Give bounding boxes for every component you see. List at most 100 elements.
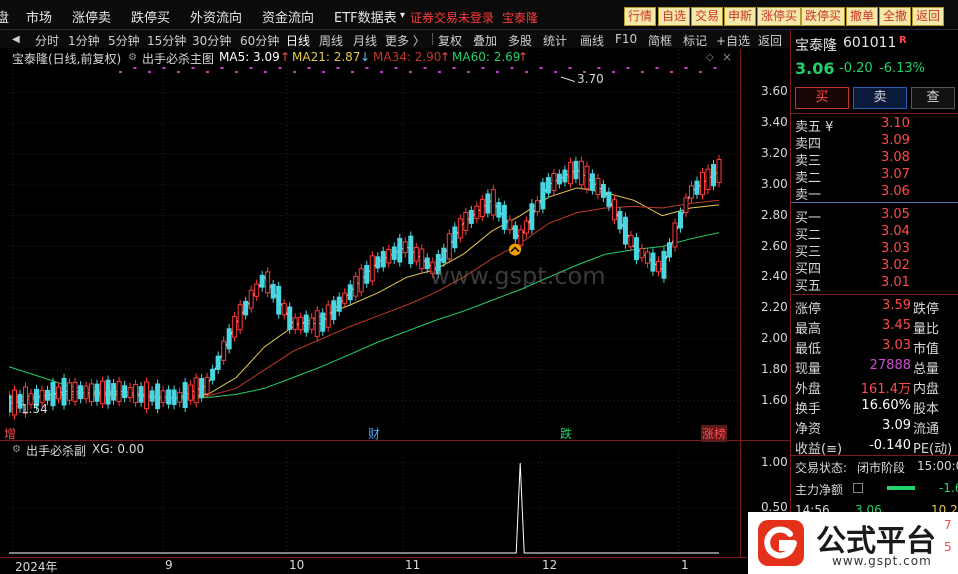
- tool-fuquan[interactable]: 复权: [438, 32, 462, 49]
- signal-dot: [148, 71, 151, 73]
- signal-dot: [612, 71, 615, 73]
- bid-row[interactable]: 买五 3.01: [795, 275, 958, 295]
- btn-trade[interactable]: 交易: [691, 7, 724, 26]
- stat-row: 外盘 161.4万 内盘: [795, 378, 958, 398]
- ask-row[interactable]: 卖一 3.06: [795, 184, 958, 204]
- btn-quote[interactable]: 行情: [624, 7, 657, 26]
- menu-item-foreign-flow[interactable]: 外资流向: [190, 7, 242, 26]
- tool-simple-frame[interactable]: 简框: [648, 32, 672, 49]
- signal-dot: [307, 67, 311, 69]
- signal-dot: [162, 67, 166, 69]
- sell-button[interactable]: 卖: [853, 87, 907, 109]
- candle-down: [441, 247, 447, 263]
- signal-dot: [278, 67, 282, 69]
- y-tick-label: 2.00: [761, 330, 788, 345]
- trade-status-time: 15:00:0: [917, 459, 958, 473]
- chart-divider[interactable]: [0, 440, 790, 441]
- logo-side-fragment-2: 5: [944, 540, 952, 554]
- stat-label: 净资: [795, 422, 822, 437]
- period-tab-1min[interactable]: 1分钟: [68, 32, 100, 49]
- x-axis-label: 11: [405, 558, 421, 572]
- buy-button[interactable]: 买: [795, 87, 849, 109]
- event-marker-zeng[interactable]: 增: [4, 425, 16, 442]
- tool-multi-stock[interactable]: 多股: [508, 32, 532, 49]
- btn-limit-up-buy[interactable]: 涨停买: [757, 7, 802, 26]
- candle-down: [347, 284, 353, 301]
- candle-down: [397, 237, 403, 263]
- signal-dot: [481, 67, 485, 69]
- period-tab-5min[interactable]: 5分钟: [108, 32, 140, 49]
- candle-down: [408, 235, 414, 265]
- btn-cancel-order[interactable]: 撤单: [846, 7, 879, 26]
- y-tick-label: 1.60: [761, 392, 788, 407]
- signal-dot: [699, 71, 702, 73]
- menu-item-dieting[interactable]: 跌停买: [131, 7, 170, 26]
- candle-up: [358, 268, 364, 293]
- login-alert[interactable]: 证券交易未登录: [410, 9, 494, 26]
- candle-up: [683, 197, 689, 213]
- candle-up: [39, 389, 45, 404]
- list-icon[interactable]: [853, 483, 863, 493]
- period-tab-15min[interactable]: 15分钟: [147, 32, 186, 49]
- stat-value: 161.4万: [860, 382, 911, 397]
- trade-status-label: 交易状态:: [795, 461, 848, 475]
- candle-up: [457, 218, 463, 239]
- period-tab-60min[interactable]: 60分钟: [240, 32, 279, 49]
- period-tab-more[interactable]: 更多 〉: [385, 32, 425, 49]
- period-tab-weekly[interactable]: 周线: [319, 32, 343, 49]
- signal-dot: [394, 67, 398, 69]
- candle-down: [364, 264, 370, 284]
- menu-item-capital-flow[interactable]: 资金流向: [262, 7, 314, 26]
- tool-draw-line[interactable]: 画线: [580, 32, 604, 49]
- candlestick-chart[interactable]: 3.70 1.54: [9, 49, 739, 424]
- stat-label: 最高: [795, 322, 822, 337]
- tool-add-watch[interactable]: +自选: [716, 32, 750, 49]
- tool-stats[interactable]: 统计: [543, 32, 567, 49]
- signal-dot: [423, 67, 427, 69]
- tool-overlay[interactable]: 叠加: [473, 32, 497, 49]
- period-tab-30min[interactable]: 30分钟: [192, 32, 231, 49]
- x-axis-label: 9: [165, 558, 173, 572]
- menu-item-zhangting[interactable]: 涨停卖: [72, 7, 111, 26]
- stat-label: 现量: [795, 362, 822, 377]
- candle-up: [402, 241, 408, 254]
- event-marker-cai[interactable]: 财: [368, 425, 380, 442]
- btn-limit-down-buy[interactable]: 跌停买: [801, 7, 846, 26]
- y-tick-label: 2.60: [761, 238, 788, 253]
- tool-f10[interactable]: F10: [615, 32, 637, 46]
- stock-name: 宝泰隆: [795, 38, 837, 54]
- dropdown-arrow-icon[interactable]: ▾: [400, 10, 405, 21]
- btn-cancel-all[interactable]: 全撤: [879, 7, 912, 26]
- period-tab-daily[interactable]: 日线: [286, 32, 310, 49]
- event-marker-die[interactable]: 跌: [560, 425, 572, 442]
- y-tick-label: 3.20: [761, 146, 788, 161]
- event-marker-zhangbang[interactable]: 涨榜: [701, 425, 728, 442]
- period-tab-monthly[interactable]: 月线: [353, 32, 377, 49]
- btn-shensi[interactable]: 申斯: [724, 7, 757, 26]
- back-arrow-icon[interactable]: ◀: [12, 34, 20, 45]
- query-button[interactable]: 查: [911, 87, 955, 109]
- candle-up: [534, 200, 540, 213]
- candle-up: [144, 381, 150, 410]
- tool-mark[interactable]: 标记: [683, 32, 707, 49]
- period-tab-fenshi[interactable]: 分时: [35, 32, 59, 49]
- candle-down: [61, 377, 67, 406]
- candle-up: [325, 304, 331, 328]
- candle-down: [171, 389, 177, 405]
- candle-down: [501, 204, 507, 230]
- margin-tag: R: [899, 35, 907, 46]
- candle-down: [94, 383, 100, 402]
- top-menu-bar: 盘 市场 涨停卖 跌停买 外资流向 资金流向 ETF数据表 ▾ 证券交易未登录 …: [0, 0, 958, 30]
- signal-dot: [452, 67, 456, 69]
- logo-mark-icon: [758, 520, 804, 566]
- menu-item-etf[interactable]: ETF数据表: [334, 7, 397, 26]
- btn-back[interactable]: 返回: [912, 7, 945, 26]
- menu-item-0[interactable]: 盘: [0, 7, 9, 26]
- btn-watchlist[interactable]: 自选: [658, 7, 691, 26]
- signal-subchart[interactable]: [9, 453, 739, 557]
- tool-back[interactable]: 返回: [758, 32, 782, 49]
- candle-up: [232, 316, 238, 338]
- candle-up: [639, 247, 645, 259]
- stat-label: 外盘: [795, 382, 822, 397]
- menu-item-market[interactable]: 市场: [26, 7, 52, 26]
